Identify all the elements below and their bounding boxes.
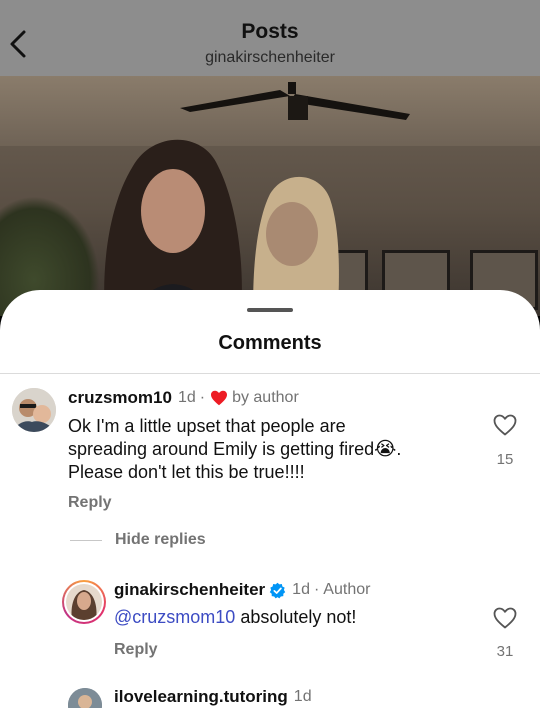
comment-header: ilovelearning.tutoring 1d [114,687,312,707]
photo-ceiling-fan [180,82,410,120]
avatar[interactable] [12,388,56,432]
meta-separator: · [313,581,320,598]
sheet-grab-handle[interactable] [247,308,293,312]
like-button[interactable] [491,412,519,438]
comment-text-line: Please don't let this be true!!!! [68,462,305,482]
heart-outline-icon [493,414,517,436]
comment-time: 1d [177,389,196,406]
liked-by-author-label: by author [232,389,299,406]
divider [0,373,540,374]
reply-text: @cruzsmom10 absolutely not! [114,606,356,629]
avatar-ring-inner [64,582,104,622]
hide-replies-button[interactable]: Hide replies [115,531,206,549]
comment-time: 1d [293,688,312,705]
reply-username[interactable]: ginakirschenheiter [114,580,265,600]
avatar-photo [68,688,102,708]
comment-header: cruzsmom10 1d · by author [68,388,299,408]
reply-button[interactable]: Reply [114,641,158,659]
comment-username[interactable]: cruzsmom10 [68,388,172,408]
avatar-photo [66,584,102,620]
like-button[interactable] [491,605,519,631]
top-header: Posts ginakirschenheiter [0,0,540,76]
reply-button[interactable]: Reply [68,494,112,512]
author-label: Author [323,581,371,598]
comment-text-segment: spreading around Emily is getting fired [68,439,375,459]
post-photo [0,76,540,316]
comment-text-line: spreading around Emily is getting fired😭… [68,438,401,461]
crying-emoji: 😭 [374,439,397,460]
reply-time: 1d [292,581,310,598]
comments-sheet: Comments cruzsmom10 1d · by author Ok I'… [0,290,540,708]
reply-header: ginakirschenheiter 1d · Author [114,580,370,600]
replies-divider [70,540,102,541]
comment-text-segment: . [396,439,402,459]
page-subtitle[interactable]: ginakirschenheiter [0,49,540,67]
heart-outline-icon [493,607,517,629]
comment-username[interactable]: ilovelearning.tutoring [114,687,288,707]
heart-filled-icon [211,390,228,406]
avatar[interactable] [68,688,102,708]
reply-text-segment: absolutely not! [235,607,357,627]
like-count: 31 [496,643,514,660]
verified-badge-icon [269,582,286,598]
like-count: 15 [496,451,514,468]
comments-title: Comments [218,332,322,354]
page-title: Posts [241,20,299,43]
avatar-photo [12,388,56,432]
meta-separator: · [199,389,206,406]
avatar[interactable] [62,580,106,624]
comment-text-line: Ok I'm a little upset that people are [68,416,346,436]
mention-link[interactable]: @cruzsmom10 [114,607,235,627]
